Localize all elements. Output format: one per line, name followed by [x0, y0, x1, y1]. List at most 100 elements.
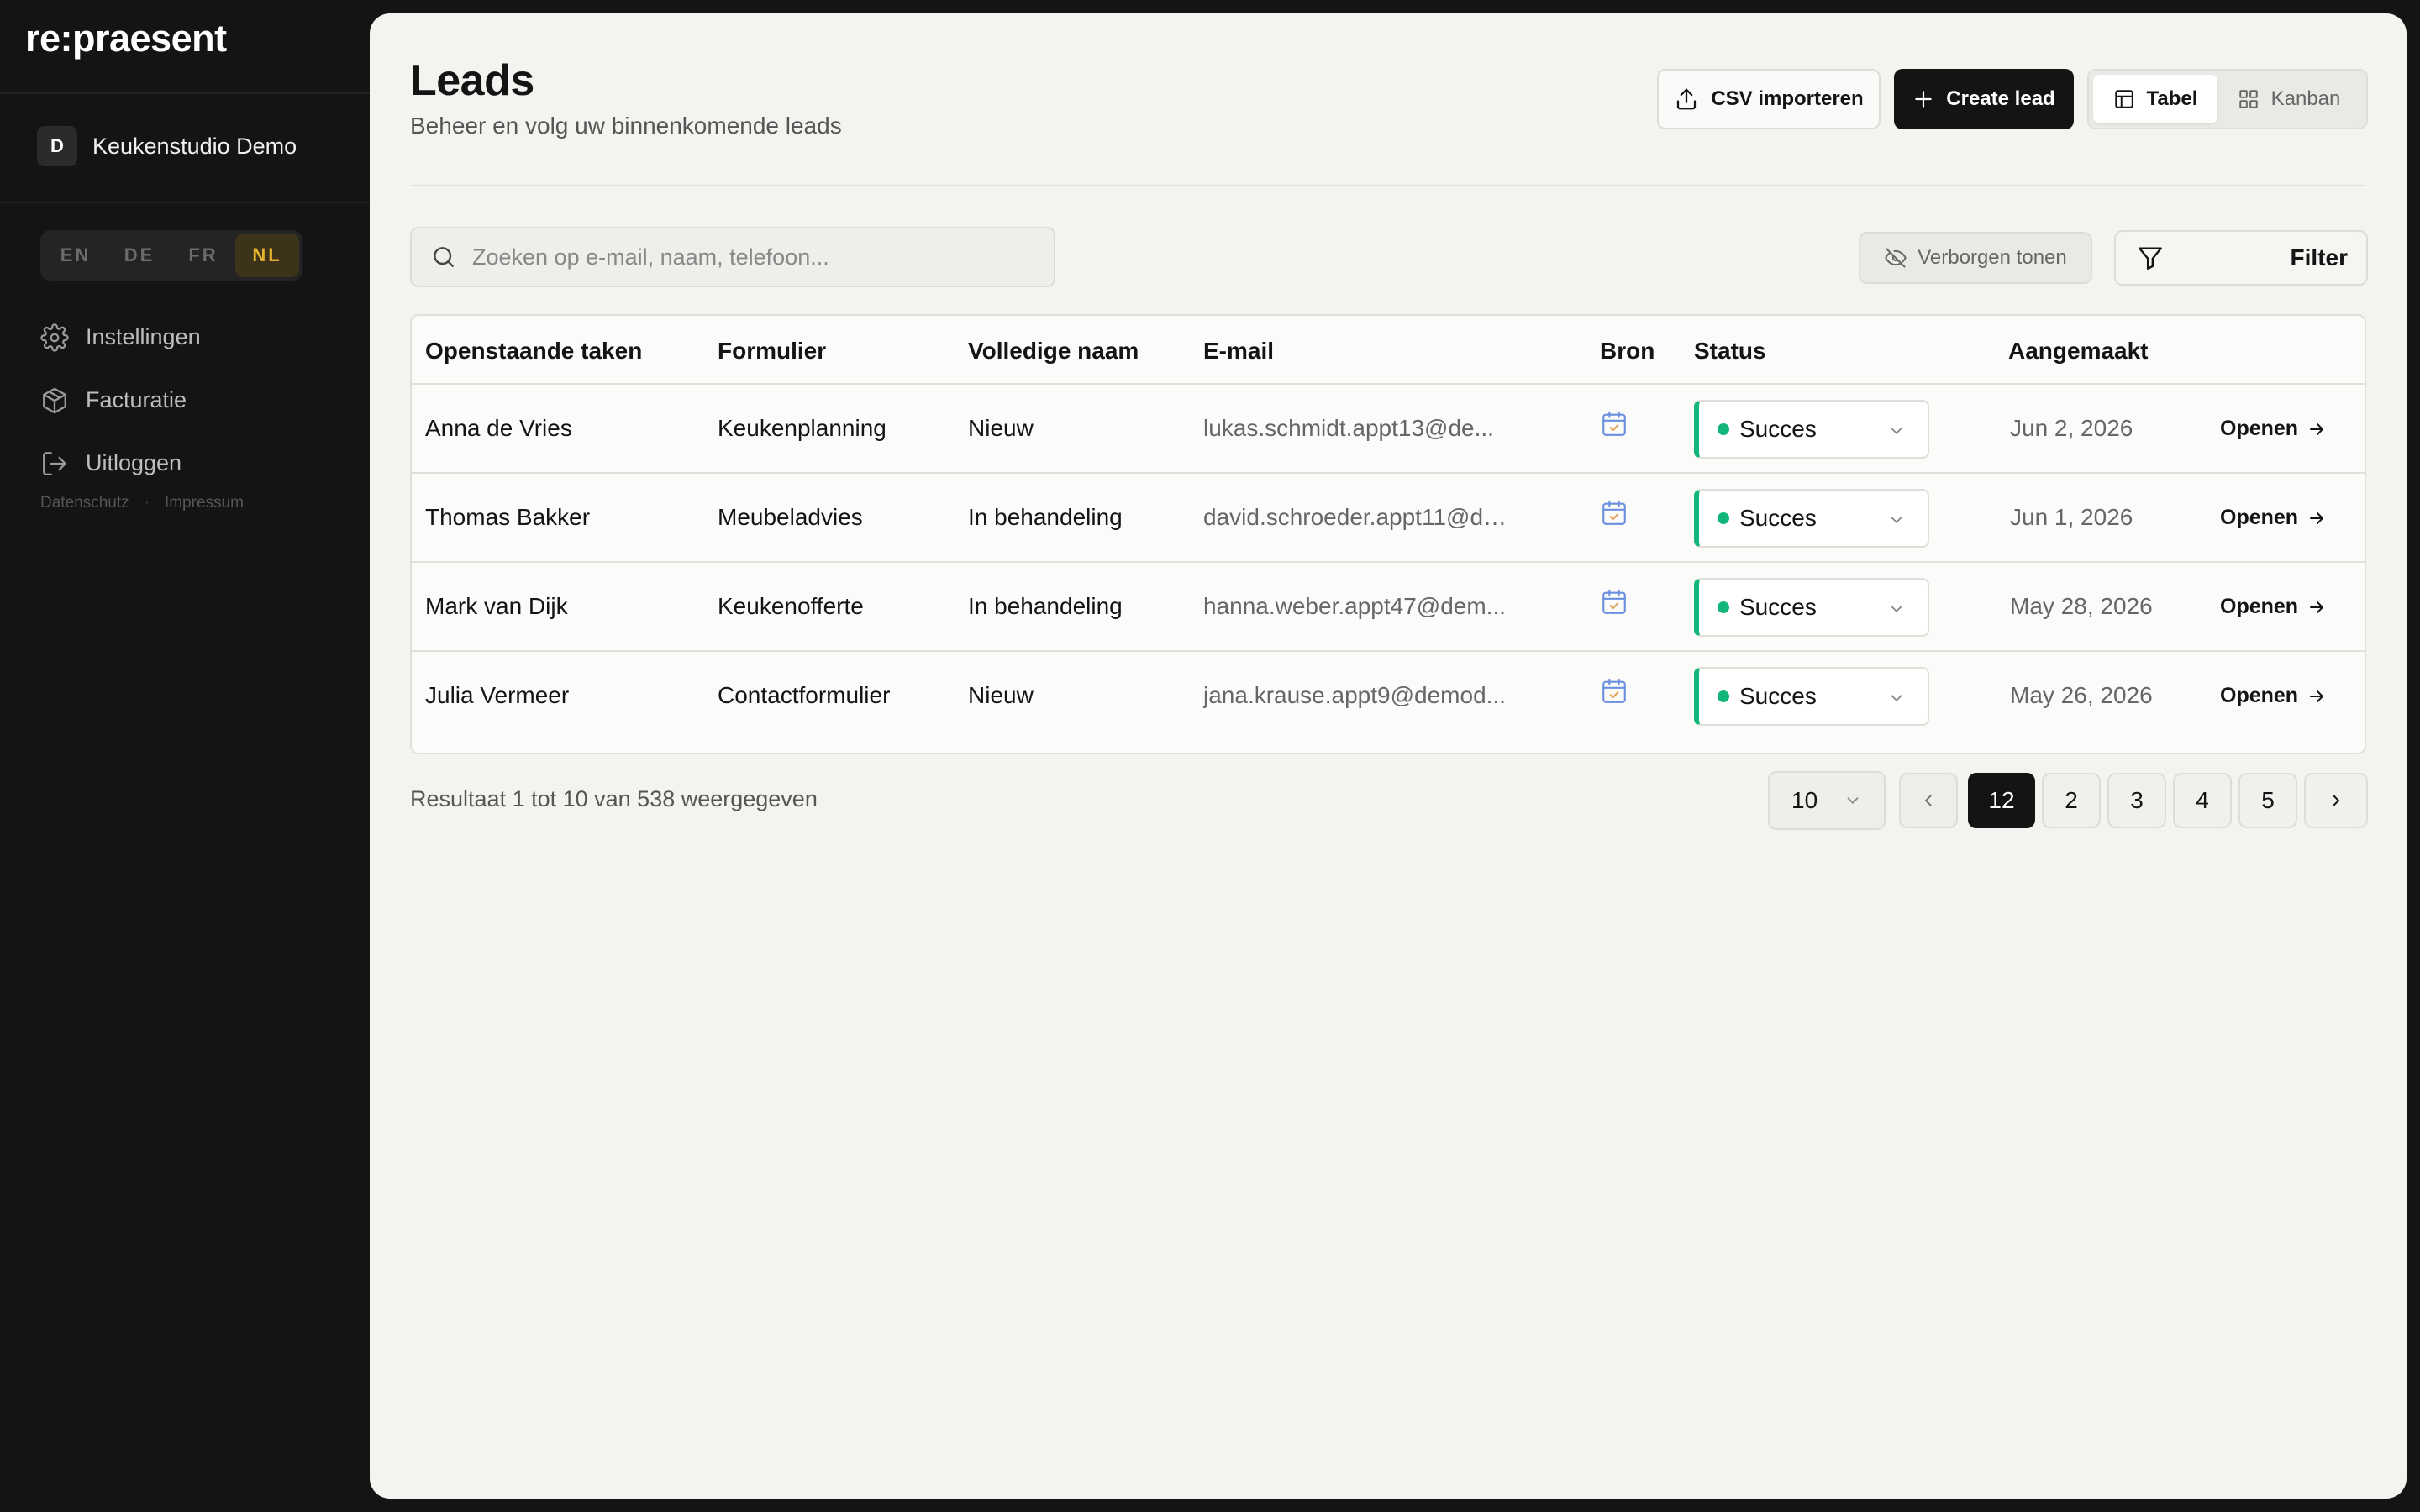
view-kanban-label: Kanban	[2270, 87, 2341, 110]
cell-email: lukas.schmidt.appt13@de...	[1203, 415, 1494, 441]
open-lead-link[interactable]: Openen	[2220, 506, 2327, 530]
calendar-check-icon	[1602, 589, 1626, 614]
calendar-check-icon	[1602, 678, 1626, 703]
status-select[interactable]: Succes	[1694, 578, 1929, 637]
view-kanban-button[interactable]: Kanban	[2221, 75, 2357, 123]
cell-naam: Nieuw	[968, 415, 1034, 441]
page-subtitle: Beheer en volg uw binnenkomende leads	[410, 113, 842, 139]
status-select[interactable]: Succes	[1694, 400, 1929, 459]
open-label: Openen	[2220, 506, 2299, 529]
open-lead-link[interactable]: Openen	[2220, 684, 2327, 708]
upload-icon	[1677, 88, 1697, 110]
column-header[interactable]: Volledige naam	[968, 338, 1139, 365]
open-label: Openen	[2220, 684, 2299, 707]
sidebar-item-instellingen[interactable]: Instellingen	[40, 306, 201, 369]
cell-formulier: Contactformulier	[718, 682, 891, 708]
create-lead-button[interactable]: Create lead	[1894, 69, 2074, 129]
column-header[interactable]: Bron	[1600, 338, 1655, 365]
lang-en-button[interactable]: EN	[44, 234, 108, 277]
page-button-current[interactable]: 12	[1968, 773, 2035, 828]
csv-import-label: CSV importeren	[1711, 87, 1864, 110]
cell-formulier: Meubeladvies	[718, 504, 863, 530]
filter-button[interactable]: Filter	[2114, 230, 2368, 286]
sidebar: re:praesent D Keukenstudio Demo EN DE FR…	[0, 0, 370, 1512]
page-title: Leads	[410, 56, 534, 105]
open-lead-link[interactable]: Openen	[2220, 595, 2327, 619]
page-button[interactable]: 3	[2107, 773, 2166, 828]
chevron-down-icon	[1891, 695, 1902, 702]
view-table-button[interactable]: Tabel	[2093, 75, 2217, 123]
table-icon	[2114, 90, 2133, 108]
sidebar-divider	[0, 202, 370, 203]
workspace-avatar: D	[37, 126, 77, 166]
column-header[interactable]: Aangemaakt	[2008, 338, 2149, 365]
prev-page-button[interactable]	[1899, 773, 1958, 828]
app-logo[interactable]: re:praesent	[25, 17, 227, 60]
table-row[interactable]: Mark van Dijk Keukenofferte In behandeli…	[412, 563, 2365, 652]
cell-email: david.schroeder.appt11@de...	[1203, 504, 1514, 530]
view-toggle: Tabel Kanban	[2087, 69, 2368, 129]
plus-icon	[1915, 91, 1933, 108]
sidebar-item-label: Facturatie	[86, 387, 187, 412]
status-select[interactable]: Succes	[1694, 667, 1929, 726]
header-divider	[410, 185, 2366, 186]
search-input[interactable]	[472, 244, 1044, 270]
page-button[interactable]: 2	[2042, 773, 2101, 828]
cell-taken: Mark van Dijk	[425, 593, 568, 619]
arrow-right-icon	[2310, 690, 2324, 702]
status-select[interactable]: Succes	[1694, 489, 1929, 548]
table-header: Openstaande taken Formulier Volledige na…	[412, 316, 2365, 385]
lang-de-button[interactable]: DE	[108, 234, 171, 277]
column-header[interactable]: Formulier	[718, 338, 826, 365]
column-header[interactable]: Openstaande taken	[425, 338, 642, 365]
legal-links: Datenschutz · Impressum	[40, 494, 244, 512]
status-label: Succes	[1739, 416, 1817, 442]
sidebar-item-uitloggen[interactable]: Uitloggen	[40, 432, 201, 495]
status-dot	[1718, 690, 1729, 702]
gear-icon	[40, 323, 69, 352]
calendar-check-icon	[1602, 411, 1626, 436]
grid-icon	[2238, 90, 2258, 108]
status-label: Succes	[1739, 505, 1817, 531]
cell-created: Jun 2, 2026	[2010, 415, 2133, 441]
search-box	[410, 227, 1055, 287]
calendar-check-icon	[1602, 500, 1626, 525]
cell-created: May 26, 2026	[2010, 682, 2153, 708]
box-icon	[43, 387, 66, 413]
open-label: Openen	[2220, 595, 2299, 618]
imprint-link[interactable]: Impressum	[165, 494, 244, 512]
cell-taken: Anna de Vries	[425, 415, 572, 441]
eye-off-icon	[1885, 248, 1907, 268]
lang-nl-button[interactable]: NL	[235, 234, 299, 277]
open-lead-link[interactable]: Openen	[2220, 417, 2327, 441]
lang-fr-button[interactable]: FR	[171, 234, 235, 277]
workspace-name: Keukenstudio Demo	[92, 133, 297, 159]
table-row[interactable]: Anna de Vries Keukenplanning Nieuw lukas…	[412, 385, 2365, 474]
open-label: Openen	[2220, 417, 2299, 440]
column-header[interactable]: E-mail	[1203, 338, 1274, 365]
workspace-switcher[interactable]: D Keukenstudio Demo	[37, 126, 297, 166]
status-dot	[1718, 601, 1729, 613]
chevron-right-icon	[2333, 795, 2340, 806]
privacy-link[interactable]: Datenschutz	[40, 494, 129, 512]
show-hidden-label: Verborgen tonen	[1918, 246, 2067, 269]
csv-import-button[interactable]: CSV importeren	[1657, 69, 1881, 129]
cell-taken: Julia Vermeer	[425, 682, 570, 708]
page-size-select[interactable]: 10	[1768, 771, 1886, 830]
sidebar-item-facturatie[interactable]: Facturatie	[40, 369, 201, 432]
chevron-down-icon	[1891, 428, 1902, 435]
page-button[interactable]: 4	[2173, 773, 2232, 828]
table-row[interactable]: Thomas Bakker Meubeladvies In behandelin…	[412, 474, 2365, 563]
sidebar-item-label: Uitloggen	[86, 450, 182, 475]
page-button[interactable]: 5	[2238, 773, 2297, 828]
filter-label: Filter	[2290, 244, 2348, 270]
chevron-down-icon	[1891, 606, 1902, 613]
cell-taken: Thomas Bakker	[425, 504, 591, 530]
column-header[interactable]: Status	[1694, 338, 1766, 365]
next-page-button[interactable]	[2304, 773, 2368, 828]
show-hidden-button[interactable]: Verborgen tonen	[1859, 232, 2092, 284]
cell-email: hanna.weber.appt47@dem...	[1203, 593, 1507, 619]
sidebar-item-label: Instellingen	[86, 324, 201, 349]
table-row[interactable]: Julia Vermeer Contactformulier Nieuw jan…	[412, 652, 2365, 741]
status-label: Succes	[1739, 594, 1817, 620]
